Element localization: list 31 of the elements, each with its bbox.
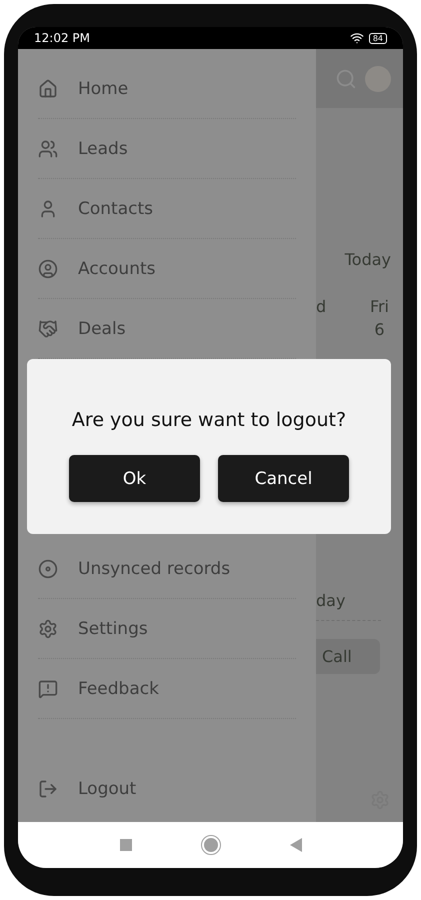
day-label: day [316,591,346,610]
menu-item[interactable]: Home [38,59,296,119]
handshake-icon [38,318,58,338]
battery-icon: 84 [368,32,387,44]
people-icon [38,138,58,158]
settings-icon [38,618,58,638]
message-alert-icon [38,678,58,698]
logout-item[interactable]: Logout [38,759,296,819]
back-icon[interactable] [290,838,302,852]
cancel-button[interactable]: Cancel [218,455,349,502]
menu-item[interactable]: Settings [38,599,296,659]
recents-icon[interactable] [120,839,132,851]
status-time: 12:02 PM [34,31,90,45]
menu-item[interactable]: Leads [38,119,296,179]
logout-icon [38,779,58,799]
dialog-message: Are you sure want to logout? [72,409,346,431]
today-label: Today [344,250,391,269]
call-button[interactable]: Call [316,639,380,674]
date-label: 6 [374,320,385,339]
user-circle-icon [38,258,58,278]
menu-item[interactable]: Contacts [38,179,296,239]
home-button-icon[interactable] [202,836,220,854]
ok-button[interactable]: Ok [69,455,200,502]
wifi-icon [350,31,364,45]
menu-item[interactable]: Feedback [38,659,296,719]
weekday-label: d [316,297,326,316]
weekday-label: Fri [370,297,389,316]
home-icon [38,78,58,98]
menu-item[interactable]: Unsynced records [38,539,296,599]
menu-item[interactable]: Accounts [38,239,296,299]
disc-icon [38,558,58,578]
